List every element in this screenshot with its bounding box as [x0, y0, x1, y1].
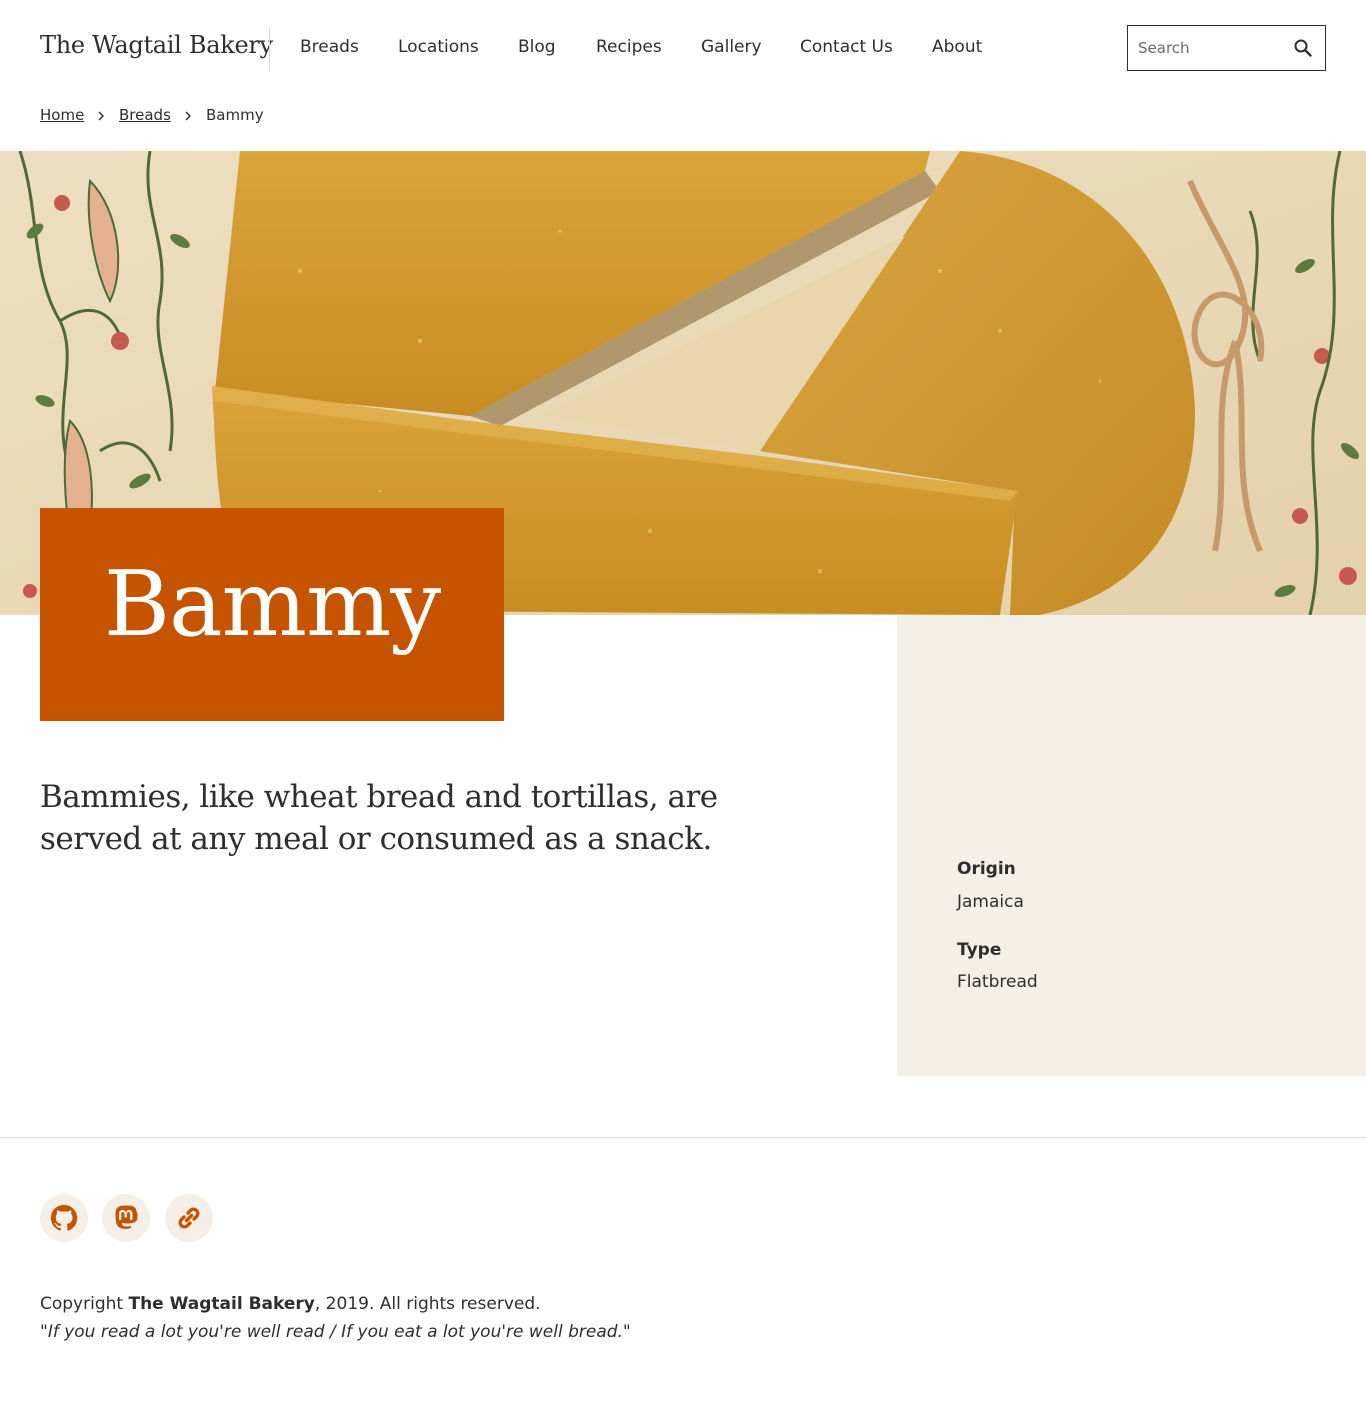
github-icon[interactable] [40, 1194, 88, 1242]
nav-item-blog[interactable]: Blog [518, 37, 556, 57]
site-header: The Wagtail Bakery Breads Locations Blog… [0, 0, 1366, 98]
origin-label: Origin [957, 859, 1016, 879]
mastodon-icon[interactable] [102, 1194, 150, 1242]
page-title: Bammy [103, 552, 441, 657]
copyright-name: The Wagtail Bakery [128, 1294, 315, 1314]
page-title-box: Bammy [40, 508, 504, 721]
copyright-suffix: , 2019. All rights reserved. [314, 1294, 541, 1314]
bread-meta-panel: Origin Jamaica Type Flatbread [897, 615, 1366, 1076]
nav-item-locations[interactable]: Locations [398, 37, 479, 57]
search-input[interactable] [1128, 26, 1288, 70]
breadcrumb-breads[interactable]: Breads [119, 106, 171, 124]
copyright: Copyright The Wagtail Bakery, 2019. All … [40, 1294, 541, 1314]
nav-item-about[interactable]: About [932, 37, 982, 57]
link-icon[interactable] [165, 1194, 213, 1242]
page-intro: Bammies, like wheat bread and tortillas,… [40, 779, 718, 857]
site-title[interactable]: The Wagtail Bakery [40, 31, 273, 59]
breadcrumb-current: Bammy [206, 106, 264, 124]
breadcrumb-home[interactable]: Home [40, 106, 84, 124]
type-value: Flatbread [957, 972, 1038, 992]
nav-item-breads[interactable]: Breads [300, 37, 359, 57]
copyright-prefix: Copyright [40, 1294, 129, 1314]
search-box [1127, 25, 1326, 71]
nav-item-gallery[interactable]: Gallery [701, 37, 762, 57]
footer-tagline: "If you read a lot you're well read / If… [40, 1322, 631, 1342]
nav-item-contact-us[interactable]: Contact Us [800, 37, 893, 57]
magnifier-icon[interactable] [1293, 38, 1313, 58]
chevron-right-icon [97, 106, 105, 126]
type-label: Type [957, 940, 1002, 960]
footer-divider [0, 1137, 1366, 1138]
origin-value: Jamaica [957, 892, 1024, 912]
chevron-right-icon [184, 106, 192, 126]
header-divider [269, 27, 270, 71]
nav-item-recipes[interactable]: Recipes [596, 37, 662, 57]
